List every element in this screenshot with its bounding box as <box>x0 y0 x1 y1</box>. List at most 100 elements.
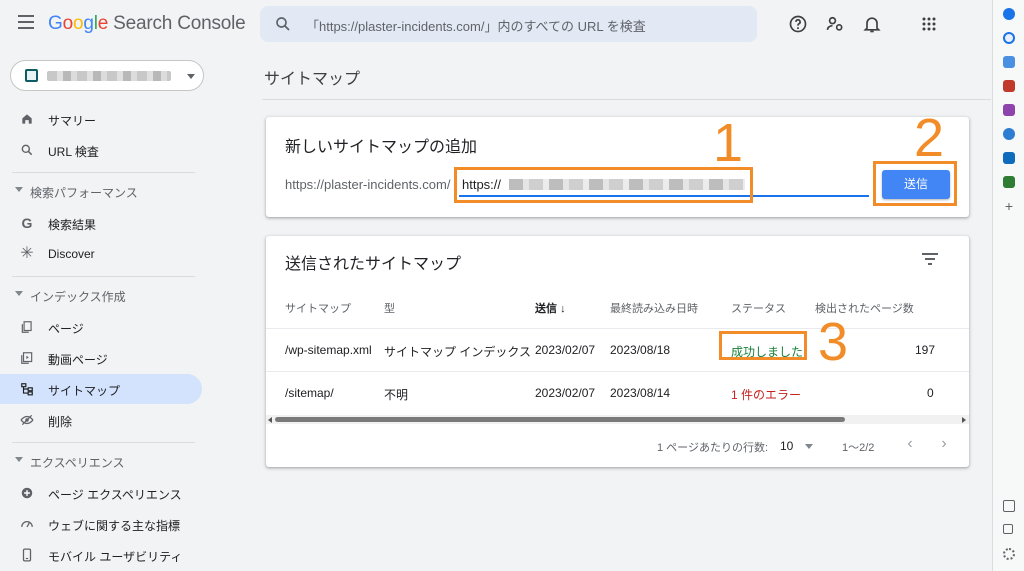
cell-sitemap: /wp-sitemap.xml <box>285 343 372 357</box>
next-page-button[interactable]: › <box>936 436 952 452</box>
sidebar-item-discover[interactable]: ✳ Discover <box>0 239 202 269</box>
help-icon[interactable] <box>788 14 808 34</box>
home-icon <box>22 114 32 124</box>
sidebar-item-label: 検索結果 <box>48 218 97 232</box>
annotation-number-3: 3 <box>818 312 849 372</box>
cell-sitemap: /sitemap/ <box>285 386 334 400</box>
scroll-left-icon[interactable] <box>268 417 272 423</box>
search-icon <box>276 17 290 31</box>
sidebar-item-label: ページ <box>48 322 84 336</box>
w-extension-icon[interactable] <box>1003 176 1015 188</box>
sidebar-item-page-experience[interactable]: ページ エクスペリエンス <box>0 478 202 508</box>
mobile-icon <box>22 548 32 562</box>
people-extension-icon[interactable] <box>1003 104 1015 116</box>
cell-status-error: 1 件のエラー <box>731 388 802 402</box>
table-row[interactable]: /wp-sitemap.xml サイトマップ インデックス 2023/02/07… <box>266 328 969 371</box>
section-label: インデックス作成 <box>30 290 126 304</box>
search-placeholder: 「https://plaster-incidents.com/」内のすべての U… <box>306 19 646 34</box>
side-panel-icon[interactable] <box>1003 500 1015 512</box>
plus-circle-icon <box>21 487 33 499</box>
circle-extension-icon[interactable] <box>1003 128 1015 140</box>
app-logo[interactable]: Google Search Console <box>48 13 246 35</box>
sidebar-item-label: URL 検査 <box>48 145 99 159</box>
annotation-box-status <box>719 331 807 360</box>
account-settings-icon[interactable] <box>825 14 845 34</box>
asterisk-icon: ✳ <box>20 245 34 262</box>
column-header-last-read[interactable]: 最終読み込み日時 <box>610 300 698 316</box>
sidebar-item-core-web-vitals[interactable]: ウェブに関する主な指標 <box>0 509 202 539</box>
rows-per-page-label: 1 ページあたりの行数: <box>657 442 769 454</box>
cell-type: 不明 <box>384 388 409 402</box>
sidebar-item-sitemaps[interactable]: サイトマップ <box>0 374 202 404</box>
sidebar-item-label: 動画ページ <box>48 353 108 367</box>
logo-letter: o <box>72 13 84 34</box>
cell-submitted: 2023/02/07 <box>535 343 596 357</box>
main-menu-icon[interactable] <box>18 15 34 29</box>
cell-pages: 197 <box>915 343 936 357</box>
page-title: サイトマップ <box>264 71 361 88</box>
table-row[interactable]: /sitemap/ 不明 2023/02/07 2023/08/14 1 件のエ… <box>266 371 969 414</box>
scroll-right-icon[interactable] <box>962 417 966 423</box>
search-extension-icon[interactable] <box>1003 32 1015 44</box>
scrollbar-thumb[interactable] <box>275 417 845 422</box>
title-divider <box>262 99 991 100</box>
apps-grid-icon[interactable] <box>919 14 939 34</box>
add-sitemap-title: 新しいサイトマップの追加 <box>285 139 478 156</box>
tag-extension-icon[interactable] <box>1003 56 1015 68</box>
google-g-icon: G <box>21 215 33 231</box>
chevron-down-icon[interactable] <box>805 444 813 449</box>
top-bar: Google Search Console 「https://plaster-in… <box>0 0 992 50</box>
browser-side-panel: + <box>992 0 1024 571</box>
chevron-down-icon <box>15 187 23 192</box>
cell-last-read: 2023/08/14 <box>610 386 671 400</box>
settings-gear-icon[interactable] <box>1003 548 1015 560</box>
rows-per-page-select[interactable]: 10 <box>780 439 793 453</box>
sidebar-divider <box>12 172 195 173</box>
sidebar-item-label: ウェブに関する主な指標 <box>48 519 181 533</box>
column-header-sitemap[interactable]: サイトマップ <box>285 300 351 316</box>
column-header-submitted[interactable]: 送信 ↓ <box>535 300 566 316</box>
property-selector[interactable] <box>10 60 204 91</box>
url-inspection-search[interactable]: 「https://plaster-incidents.com/」内のすべての U… <box>260 6 757 42</box>
toolbox-extension-icon[interactable] <box>1003 80 1015 92</box>
column-header-status[interactable]: ステータス <box>731 300 786 316</box>
sort-arrow-icon: ↓ <box>560 303 566 315</box>
sidebar-item-label: ページ エクスペリエンス <box>48 488 182 502</box>
section-label: エクスペリエンス <box>30 456 125 470</box>
annotation-number-2: 2 <box>914 108 945 168</box>
previous-page-button[interactable]: ‹ <box>902 436 918 452</box>
horizontal-scrollbar[interactable] <box>266 415 969 424</box>
logo-letter: G <box>48 13 63 34</box>
sidebar-item-url-inspection[interactable]: URL 検査 <box>0 135 202 165</box>
sidebar-item-pages[interactable]: ページ <box>0 312 202 342</box>
sidebar-item-video-pages[interactable]: 動画ページ <box>0 343 202 373</box>
removals-icon <box>20 414 34 426</box>
annotation-box-url-input <box>454 167 753 203</box>
sidebar-item-label: Discover <box>48 247 95 261</box>
logo-product-name: Search Console <box>113 13 246 34</box>
submitted-sitemaps-card: 送信されたサイトマップ サイトマップ 型 送信 ↓ 最終読み込み日時 ステータス… <box>266 236 969 467</box>
sidebar-section-performance[interactable]: 検索パフォーマンス <box>0 181 202 203</box>
bell-extension-icon[interactable] <box>1003 8 1015 20</box>
sidebar-item-label: モバイル ユーザビリティ <box>48 550 183 564</box>
open-external-icon[interactable] <box>1003 524 1013 534</box>
sidebar-item-mobile-usability[interactable]: モバイル ユーザビリティ <box>0 540 202 570</box>
sidebar-divider <box>12 276 195 277</box>
logo-letter: o <box>62 13 74 34</box>
add-extension-icon[interactable]: + <box>1003 199 1015 213</box>
sidebar-item-search-results[interactable]: G 検索結果 <box>0 208 202 238</box>
notifications-bell-icon[interactable] <box>862 14 882 34</box>
sidebar-item-removals[interactable]: 削除 <box>0 405 202 435</box>
filter-icon[interactable] <box>922 253 938 265</box>
sidebar-item-summary[interactable]: サマリー <box>0 104 202 134</box>
logo-letter: g <box>83 13 94 34</box>
search-icon <box>21 144 33 156</box>
sitemap-icon <box>21 383 33 396</box>
outlook-extension-icon[interactable] <box>1003 152 1015 164</box>
column-header-type[interactable]: 型 <box>384 300 395 316</box>
sidebar-section-experience[interactable]: エクスペリエンス <box>0 451 202 473</box>
sidebar-divider <box>12 442 195 443</box>
annotation-number-1: 1 <box>713 113 744 173</box>
sidebar-section-index[interactable]: インデックス作成 <box>0 285 202 307</box>
cell-last-read: 2023/08/18 <box>610 343 671 357</box>
